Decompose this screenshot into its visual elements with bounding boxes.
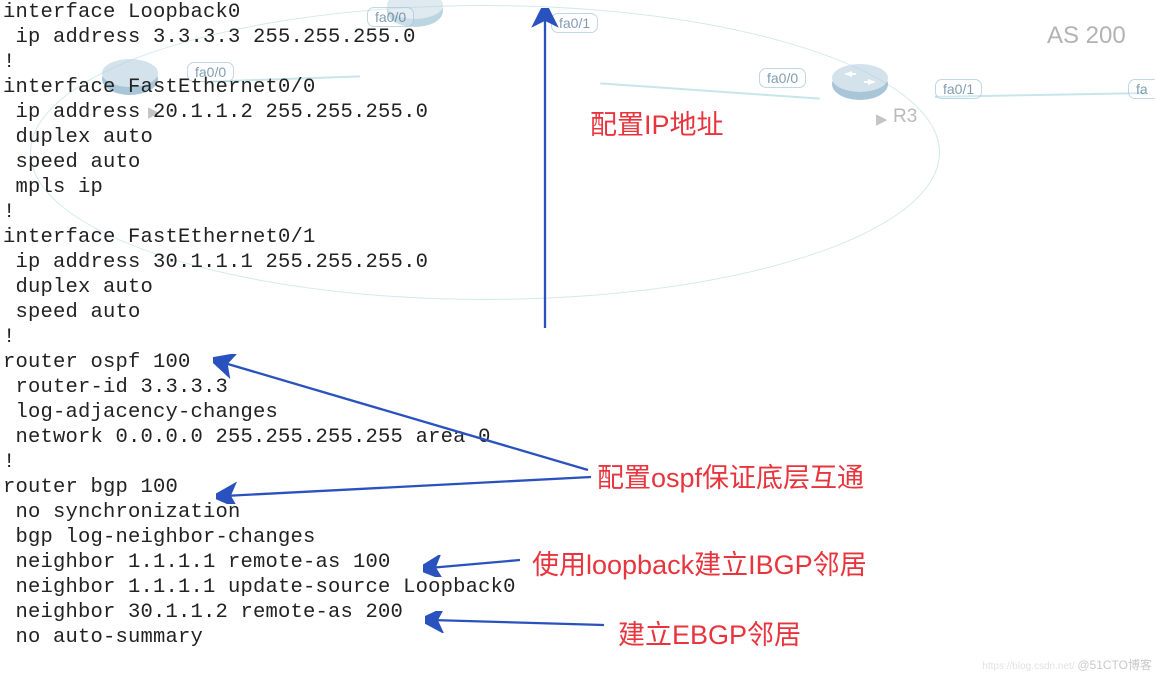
annotation-ibgp: 使用loopback建立IBGP邻居 bbox=[532, 543, 867, 582]
annotation-ebgp: 建立EBGP邻居 bbox=[618, 613, 801, 652]
annotation-ip: 配置IP地址 bbox=[590, 103, 724, 142]
config-text: interface Loopback0 ip address 3.3.3.3 2… bbox=[3, 0, 516, 650]
int-tag-fa01-2: fa0/1 bbox=[935, 79, 982, 99]
watermark: https://blog.csdn.net/ @51CTO博客 bbox=[982, 656, 1152, 673]
int-tag-fa00-3: fa0/0 bbox=[759, 68, 806, 88]
annotation-ospf: 配置ospf保证底层互通 bbox=[597, 456, 864, 495]
int-tag-fa-edge: fa bbox=[1128, 79, 1155, 99]
as-label: AS 200 bbox=[1047, 22, 1126, 50]
